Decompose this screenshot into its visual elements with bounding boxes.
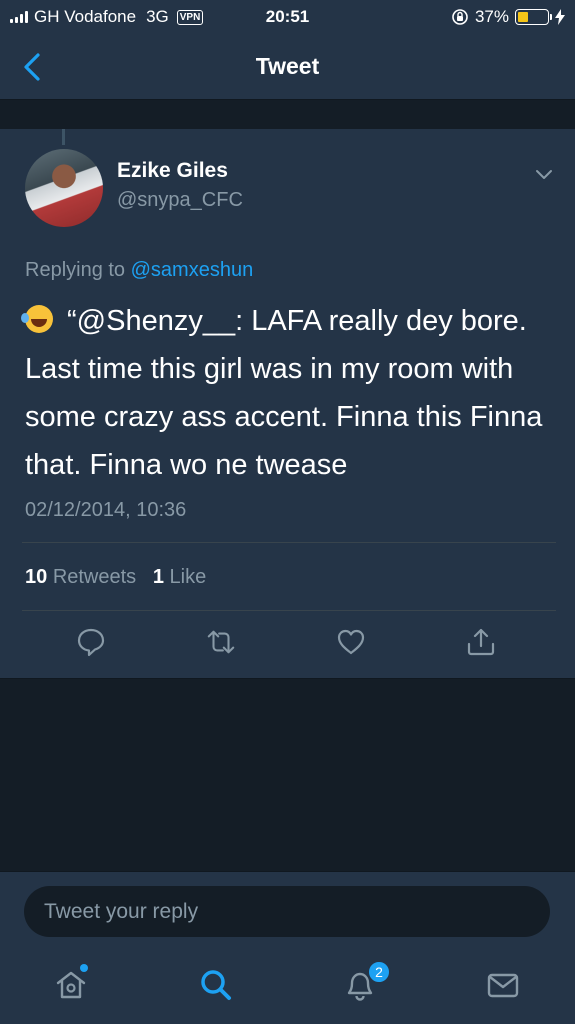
divider: [22, 542, 556, 543]
avatar[interactable]: [25, 149, 103, 227]
replying-to-link[interactable]: @samxeshun: [131, 259, 254, 281]
retweet-stat[interactable]: 10 Retweets: [25, 566, 136, 588]
tweet-timestamp: 02/12/2014, 10:36: [25, 499, 187, 521]
tweet-detail: Ezike Giles @snypa_CFC Replying to @samx…: [0, 129, 575, 679]
like-count: 1: [152, 566, 164, 588]
vpn-badge: VPN: [176, 9, 204, 25]
replying-to: Replying to @samxeshun: [25, 259, 253, 282]
battery-percent: 37%: [474, 7, 509, 26]
bottom-bar: Tweet your reply 2: [0, 871, 575, 1024]
orientation-lock-icon: [452, 9, 468, 25]
divider: [22, 610, 556, 611]
reply-input[interactable]: Tweet your reply: [24, 886, 550, 937]
nav-bar: Tweet: [0, 34, 575, 100]
replying-prefix: Replying to: [25, 259, 131, 281]
author-name[interactable]: Ezike Giles: [117, 159, 228, 183]
status-bar: GH Vodafone 3G VPN 20:51 37%: [0, 0, 575, 34]
like-stat[interactable]: 1 Like: [153, 566, 206, 588]
share-icon[interactable]: [466, 627, 496, 657]
chevron-down-icon[interactable]: [535, 169, 553, 181]
reply-placeholder: Tweet your reply: [44, 899, 199, 923]
tweet-text: “@Shenzy__: LAFA really dey bore. Last t…: [21, 297, 550, 489]
page-title: Tweet: [255, 53, 320, 79]
signal-icon: [10, 11, 28, 23]
tweet-actions: [0, 627, 575, 661]
home-unread-dot: [80, 964, 88, 972]
carrier-name: GH Vodafone: [34, 7, 137, 26]
section-gap: [0, 101, 575, 129]
thread-line: [62, 129, 65, 145]
tweet-body: “@Shenzy__: LAFA really dey bore. Last t…: [25, 305, 543, 481]
replies-area: [0, 679, 575, 871]
tweet-stats: 10 Retweets 1 Like: [25, 566, 206, 589]
battery-level-fill: [518, 12, 529, 22]
home-icon[interactable]: [54, 968, 88, 1002]
like-icon[interactable]: [336, 627, 366, 657]
network-type: 3G: [146, 7, 169, 26]
chevron-left-icon[interactable]: [18, 52, 46, 82]
author-handle[interactable]: @snypa_CFC: [117, 189, 243, 212]
retweet-label: Retweets: [52, 566, 137, 588]
tears-of-joy-emoji-icon: [21, 305, 53, 333]
messages-icon[interactable]: [486, 968, 520, 1002]
retweet-count: 10: [25, 566, 48, 588]
notification-badge: 2: [367, 960, 391, 984]
like-label: Like: [169, 566, 207, 588]
search-icon[interactable]: [199, 968, 233, 1002]
retweet-icon[interactable]: [206, 627, 236, 657]
battery-icon: [515, 9, 552, 25]
charging-bolt-icon: [555, 9, 565, 25]
reply-icon[interactable]: [76, 627, 106, 657]
